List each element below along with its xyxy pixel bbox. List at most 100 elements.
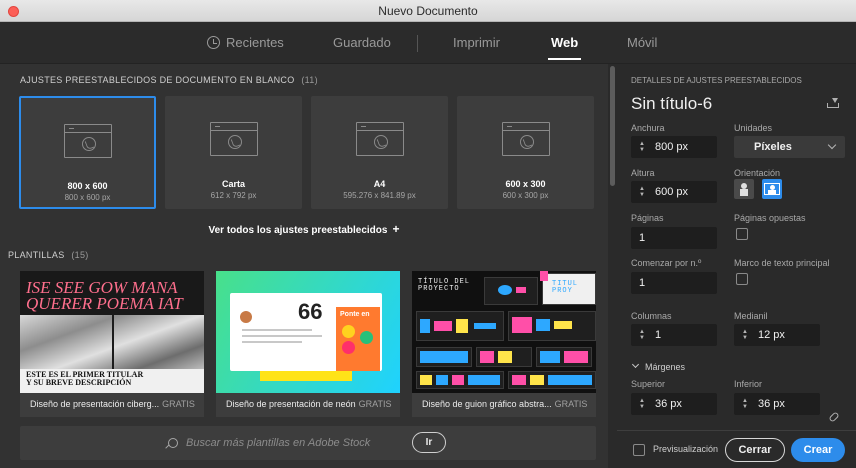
quote-mark: 66	[298, 299, 323, 324]
tab-recientes[interactable]: Recientes	[207, 22, 284, 64]
preview-checkbox[interactable]	[633, 444, 645, 456]
category-tabs: Recientes Guardado Imprimir Web Móvil	[0, 22, 856, 64]
width-field[interactable]: ▲ ▼ 800 px	[631, 136, 717, 158]
preset-size: 612 x 792 px	[210, 191, 257, 200]
preset-600x300[interactable]: 600 x 300 600 x 300 px	[457, 96, 594, 209]
avatar	[240, 311, 252, 323]
presets-section-title: AJUSTES PREESTABLECIDOS DE DOCUMENTO EN …	[20, 75, 318, 85]
gutter-field[interactable]: ▲ ▼ 12 px	[734, 324, 820, 346]
view-all-presets-link[interactable]: Ver todos los ajustes preestablecidos +	[0, 222, 608, 236]
scroll-thumb[interactable]	[610, 66, 615, 186]
template-name: Diseño de presentación ciberg... GRATIS	[30, 399, 195, 409]
gutter-value: 12 px	[758, 329, 785, 341]
tab-imprimir[interactable]: Imprimir	[453, 22, 500, 64]
price-badge: GRATIS	[162, 399, 195, 409]
clock-icon	[207, 36, 220, 49]
preset-carta[interactable]: Carta 612 x 792 px	[165, 96, 302, 209]
bottom-margin-field[interactable]: ▲ ▼ 36 px	[734, 393, 820, 415]
window-title: Nuevo Documento	[378, 3, 478, 18]
details-title: DETALLES DE AJUSTES PREESTABLECIDOS	[631, 76, 802, 85]
width-stepper[interactable]: ▲ ▼	[634, 141, 650, 153]
preset-size: 595.276 x 841.89 px	[343, 191, 416, 200]
preset-800x600[interactable]: 800 x 600 800 x 600 px	[19, 96, 156, 209]
document-name-input[interactable]	[631, 94, 811, 114]
preview-label: Previsualización	[653, 444, 719, 454]
columns-value: 1	[655, 329, 662, 341]
web-document-icon	[209, 122, 258, 156]
facing-pages-checkbox[interactable]	[736, 228, 748, 240]
web-document-icon	[355, 122, 404, 156]
dialog-footer: Previsualización Cerrar Crear	[617, 430, 856, 468]
main-scrollbar[interactable]	[608, 64, 617, 468]
cancel-button[interactable]: Cerrar	[725, 438, 785, 462]
chevron-down-icon[interactable]	[631, 360, 640, 369]
columns-field[interactable]: ▲ ▼ 1	[631, 324, 717, 346]
template-card-neon[interactable]: 66 Ponte en Diseño de presentación de ne…	[216, 271, 400, 417]
tab-web[interactable]: Web	[547, 22, 582, 64]
facing-pages-label: Páginas opuestas	[734, 213, 806, 223]
gutter-stepper[interactable]: ▲ ▼	[737, 329, 753, 341]
search-icon	[168, 438, 178, 448]
template-card-storyboard[interactable]: TÍTULO DEL PROYECTO TITUL PROY Diseño de…	[412, 271, 596, 417]
window-close-button[interactable]	[8, 6, 19, 17]
units-value: Píxeles	[754, 141, 792, 153]
thumbnail-text: TITUL PROY	[552, 280, 579, 295]
price-badge: GRATIS	[554, 399, 588, 409]
pages-label: Páginas	[631, 213, 664, 223]
stock-search-input[interactable]	[186, 434, 406, 452]
top-margin-stepper[interactable]: ▲ ▼	[634, 398, 650, 410]
columns-stepper[interactable]: ▲ ▼	[634, 329, 650, 341]
template-thumbnail: ISE SEE GOW MANA QUERER POEMA IAT ESTE E…	[20, 271, 204, 393]
bottom-margin-label: Inferior	[734, 379, 763, 389]
tab-label: Recientes	[226, 35, 284, 50]
top-margin-field[interactable]: ▲ ▼ 36 px	[631, 393, 717, 415]
start-page-label: Comenzar por n.º	[631, 258, 702, 268]
thumbnail-text: QUERER POEMA IAT	[26, 294, 183, 313]
template-card-cyberpunk[interactable]: ISE SEE GOW MANA QUERER POEMA IAT ESTE E…	[20, 271, 204, 417]
preset-details-panel: DETALLES DE AJUSTES PREESTABLECIDOS Anch…	[617, 64, 856, 468]
pages-field[interactable]: 1	[631, 227, 717, 249]
tab-guardado[interactable]: Guardado	[333, 22, 391, 64]
link-margins-icon[interactable]	[828, 411, 840, 423]
thumbnail-text: Ponte en	[340, 311, 370, 318]
thumbnail-caption: ESTE ES EL PRIMER TITULAR Y SU BREVE DESC…	[26, 370, 144, 387]
top-margin-value: 36 px	[655, 398, 682, 410]
title-bar: Nuevo Documento	[0, 0, 856, 22]
preset-name: 600 x 300	[505, 179, 546, 189]
landscape-orientation-button[interactable]	[762, 179, 782, 199]
view-all-label: Ver todos los ajustes preestablecidos	[208, 225, 388, 236]
presets-count: (11)	[301, 75, 318, 85]
thumbnail-text: TÍTULO DEL PROYECTO	[418, 278, 471, 293]
portrait-orientation-button[interactable]	[734, 179, 754, 199]
templates-section-title: PLANTILLAS (15)	[8, 250, 89, 260]
width-value: 800 px	[655, 141, 689, 153]
preset-name: A4	[373, 179, 386, 189]
save-preset-icon[interactable]	[827, 98, 839, 108]
height-stepper[interactable]: ▲ ▼	[634, 186, 650, 198]
primary-text-frame-checkbox[interactable]	[736, 273, 748, 285]
price-badge: GRATIS	[358, 399, 392, 409]
template-thumbnail: 66 Ponte en	[216, 271, 400, 393]
tab-movil[interactable]: Móvil	[627, 22, 657, 64]
start-page-field[interactable]: 1	[631, 272, 717, 294]
template-name: Diseño de presentación de neón GRATIS	[226, 399, 392, 409]
preset-name: 800 x 600	[67, 181, 108, 191]
margins-section-label[interactable]: Márgenes	[645, 362, 685, 372]
preset-a4[interactable]: A4 595.276 x 841.89 px	[311, 96, 448, 209]
thumbnail-panel: Ponte en	[336, 307, 380, 371]
preset-name: Carta	[221, 179, 245, 189]
templates-title: PLANTILLAS	[8, 250, 65, 260]
bottom-margin-stepper[interactable]: ▲ ▼	[737, 398, 753, 410]
pages-value: 1	[639, 232, 646, 244]
main-content: AJUSTES PREESTABLECIDOS DE DOCUMENTO EN …	[0, 64, 608, 468]
height-label: Altura	[631, 168, 655, 178]
width-label: Anchura	[631, 123, 665, 133]
top-margin-label: Superior	[631, 379, 666, 389]
units-select[interactable]: Píxeles	[734, 136, 845, 158]
primary-text-frame-label: Marco de texto principal	[734, 258, 830, 268]
height-field[interactable]: ▲ ▼ 600 px	[631, 181, 717, 203]
preset-size: 800 x 600 px	[64, 193, 111, 202]
web-document-icon	[63, 124, 112, 158]
create-button[interactable]: Crear	[791, 438, 845, 462]
search-go-button[interactable]: Ir	[412, 432, 446, 453]
